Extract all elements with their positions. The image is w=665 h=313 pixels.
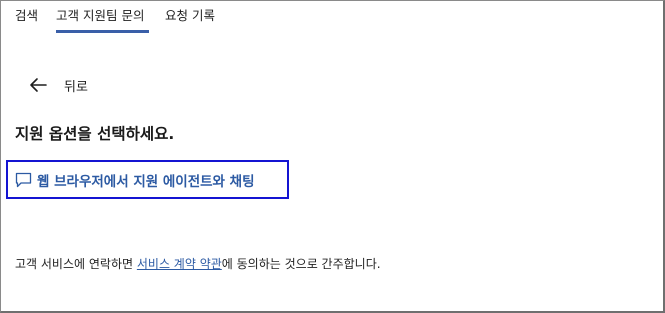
back-button[interactable]: 뒤로 (29, 75, 88, 95)
active-tab-indicator (56, 30, 149, 33)
back-arrow-icon (30, 78, 47, 92)
tab-contact-support[interactable]: 고객 지원팀 문의 (56, 7, 144, 25)
terms-link[interactable]: 서비스 계약 약관 (137, 257, 222, 271)
tab-search[interactable]: 검색 (15, 7, 38, 25)
page-title: 지원 옵션을 선택하세요. (15, 125, 175, 143)
chat-option-label: 웹 브라우저에서 지원 에이전트와 채팅 (37, 173, 255, 190)
support-panel: 검색 고객 지원팀 문의 요청 기록 뒤로 지원 옵션을 선택하세요. 웹 브라… (0, 0, 665, 313)
chat-bubble-icon (15, 172, 32, 187)
tab-bar: 검색 고객 지원팀 문의 요청 기록 (1, 1, 663, 37)
terms-prefix: 고객 서비스에 연락하면 (15, 257, 137, 271)
chat-with-agent-link[interactable]: 웹 브라우저에서 지원 에이전트와 채팅 (6, 160, 289, 199)
terms-suffix: 에 동의하는 것으로 간주합니다. (221, 257, 381, 271)
tab-request-history[interactable]: 요청 기록 (165, 7, 215, 25)
back-label: 뒤로 (64, 79, 88, 95)
terms-notice: 고객 서비스에 연락하면 서비스 계약 약관에 동의하는 것으로 간주합니다. (15, 255, 381, 272)
